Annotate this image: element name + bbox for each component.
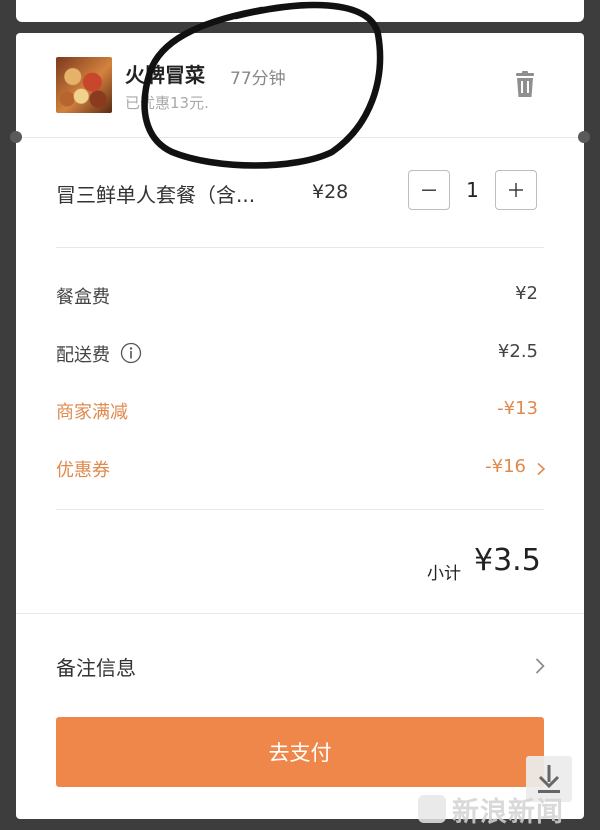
divider	[56, 509, 544, 510]
edge-dot	[578, 131, 590, 143]
subtotal-label: 小计	[427, 564, 461, 584]
divider	[16, 613, 584, 614]
item-name: 冒三鲜单人套餐（含...	[56, 183, 256, 207]
discount-note: 已优惠13元.	[125, 94, 209, 112]
increase-quantity-button[interactable]	[495, 170, 537, 210]
watermark: 新浪新闻	[418, 788, 600, 830]
divider	[56, 247, 544, 248]
coupon-label[interactable]: 优惠券	[56, 456, 110, 482]
box-fee-label: 餐盒费	[56, 287, 110, 308]
delivery-fee-label: 配送费	[56, 345, 110, 366]
plus-icon	[509, 183, 523, 197]
divider	[16, 137, 584, 138]
shop-name[interactable]: 火牌冒菜	[125, 59, 205, 88]
previous-card	[16, 0, 584, 22]
quantity-value: 1	[466, 178, 479, 202]
coupon-value[interactable]: -¥16	[485, 456, 526, 477]
info-icon[interactable]	[120, 342, 142, 364]
chevron-right-icon[interactable]	[536, 461, 546, 476]
item-price: ¥28	[312, 181, 349, 203]
order-card: 火牌冒菜 77分钟 已优惠13元. 冒三鲜单人套餐（含... ¥28 1 餐盒费…	[16, 33, 584, 819]
chevron-right-icon[interactable]	[534, 657, 546, 675]
watermark-logo-icon	[418, 795, 446, 823]
merchant-discount-value: -¥13	[497, 398, 538, 419]
edge-dot	[10, 131, 22, 143]
decrease-quantity-button[interactable]	[408, 170, 450, 210]
delivery-time: 77分钟	[230, 69, 286, 89]
subtotal-value: ¥3.5	[474, 543, 541, 578]
delivery-fee-value: ¥2.5	[497, 341, 538, 362]
trash-icon[interactable]	[512, 71, 538, 99]
remarks-label[interactable]: 备注信息	[56, 652, 136, 681]
minus-icon	[422, 189, 436, 191]
watermark-text: 新浪新闻	[452, 796, 564, 828]
box-fee-value: ¥2	[515, 283, 538, 304]
shop-thumbnail[interactable]	[56, 57, 112, 113]
merchant-discount-label: 商家满减	[56, 402, 128, 423]
pay-button[interactable]: 去支付	[56, 717, 544, 787]
